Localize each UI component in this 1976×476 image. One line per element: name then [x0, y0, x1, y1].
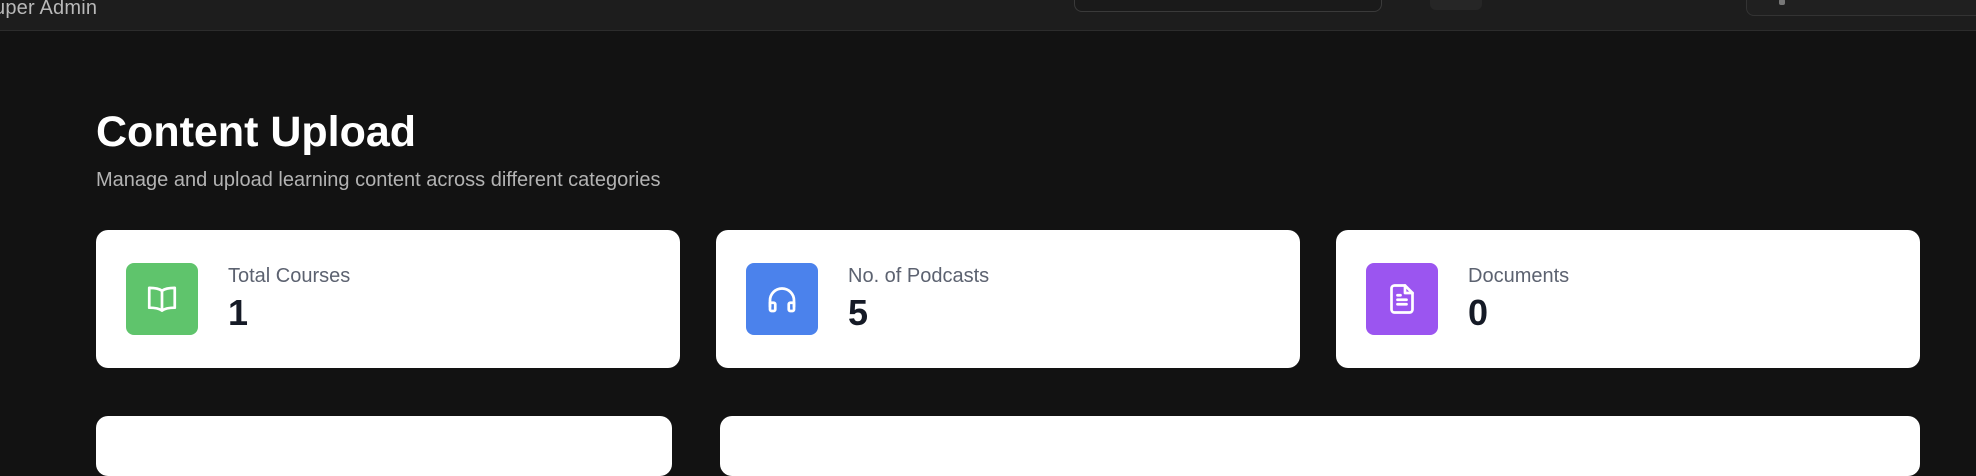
stat-value: 1 [228, 292, 249, 333]
top-bar: uper Admin [0, 0, 1976, 31]
stat-card-podcasts: No. of Podcasts 5 [716, 230, 1300, 368]
stat-value: 0 [1468, 292, 1489, 333]
stat-label: Total Courses [228, 265, 351, 287]
avatar [1779, 0, 1785, 5]
stat-card-documents: Documents 0 [1336, 230, 1920, 368]
page-subtitle: Manage and upload learning content acros… [96, 169, 661, 191]
search-input[interactable] [1074, 0, 1382, 12]
upload-panel-right [720, 416, 1920, 476]
stat-label: Documents [1468, 265, 1570, 287]
page-title: Content Upload [96, 108, 417, 156]
document-icon [1366, 263, 1438, 335]
user-role-label: uper Admin [0, 0, 98, 19]
stat-label: No. of Podcasts [848, 265, 990, 287]
headphones-icon [746, 263, 818, 335]
upload-panel-left [96, 416, 672, 476]
book-open-icon [126, 263, 198, 335]
stat-value: 5 [848, 292, 869, 333]
header-icon-button[interactable] [1430, 0, 1482, 10]
stat-card-total-courses: Total Courses 1 [96, 230, 680, 368]
profile-menu[interactable] [1746, 0, 1976, 16]
